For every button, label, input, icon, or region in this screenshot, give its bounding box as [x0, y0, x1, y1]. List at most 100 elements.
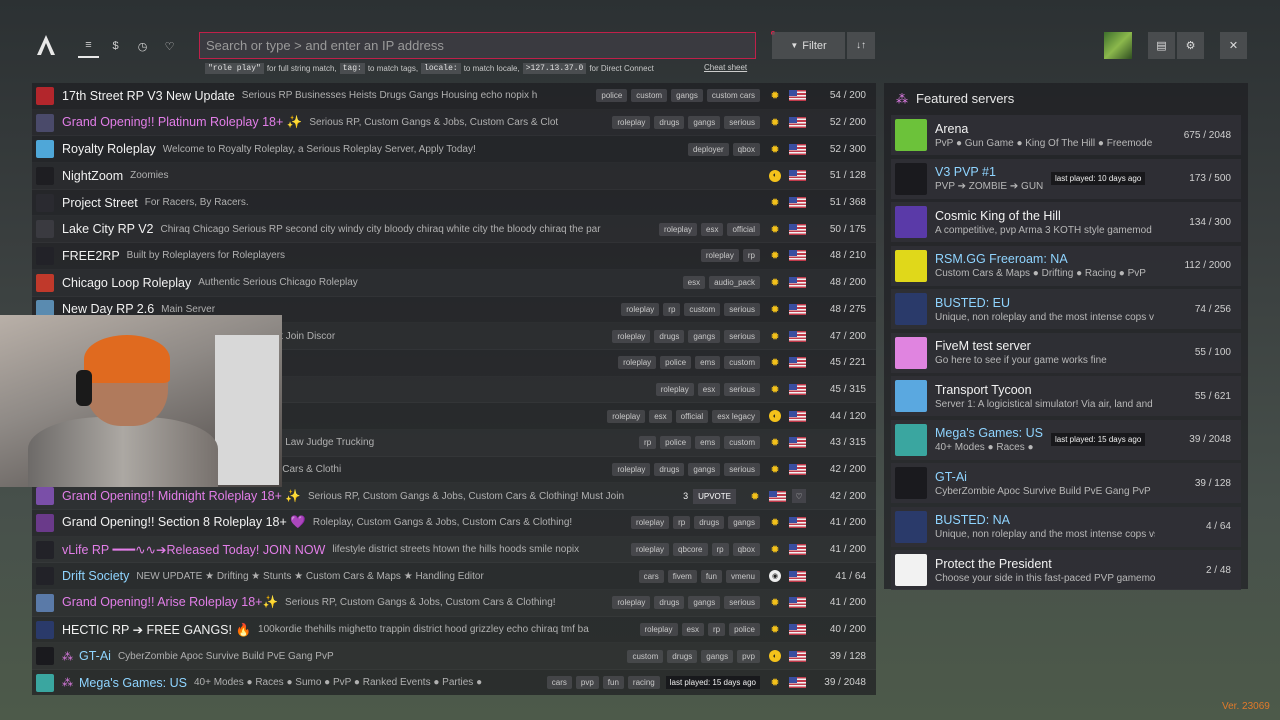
server-tag[interactable]: deployer [687, 142, 729, 156]
server-tag[interactable]: custom [627, 649, 664, 663]
server-tag[interactable]: rp [707, 623, 726, 637]
upvote-button[interactable]: UPVOTE [693, 488, 736, 504]
server-tag[interactable]: roleplay [607, 409, 646, 423]
featured-server-item[interactable]: GT-Ai CyberZombie Apoc Survive Build PvE … [891, 463, 1241, 503]
server-tag[interactable]: drugs [667, 649, 698, 663]
server-tag[interactable]: gangs [688, 462, 721, 476]
server-tag[interactable]: rp [663, 302, 681, 316]
server-row[interactable]: ⁂ GT-Ai CyberZombie Apoc Survive Build PvE… [32, 643, 876, 671]
server-tag[interactable]: qbox [732, 142, 760, 156]
server-tag[interactable]: drugs [654, 329, 685, 343]
server-tag[interactable]: custom [724, 356, 760, 370]
server-tag[interactable]: custom [684, 302, 721, 316]
server-tag[interactable]: serious [724, 116, 760, 130]
server-row[interactable]: Grand Opening!! Arise Roleplay 18+✨ Serio… [32, 590, 876, 617]
filter-button[interactable]: ▼ Filter [772, 32, 845, 59]
server-row[interactable]: Project Street For Racers, By Racers. ✹ 51 … [32, 189, 876, 217]
server-tag[interactable]: official [675, 409, 709, 423]
server-tag[interactable]: roleplay [612, 116, 651, 130]
server-tag[interactable]: roleplay [631, 543, 670, 557]
servers-list-icon[interactable]: ≡ [78, 34, 99, 58]
sort-button[interactable]: ↓↑ [847, 32, 875, 59]
server-tag[interactable]: roleplay [612, 596, 651, 610]
server-tag[interactable]: police [596, 89, 628, 103]
server-tag[interactable]: serious [724, 329, 760, 343]
server-tag[interactable]: pvp [575, 676, 599, 690]
server-tag[interactable]: gangs [671, 89, 703, 103]
server-tag[interactable]: drugs [654, 462, 685, 476]
server-tag[interactable]: rp [742, 249, 760, 263]
favorites-icon[interactable]: ♡ [159, 34, 180, 58]
app-logo-icon[interactable] [36, 34, 56, 56]
server-tag[interactable]: gangs [688, 116, 721, 130]
server-tag[interactable]: roleplay [631, 516, 670, 530]
server-tag[interactable]: serious [724, 462, 760, 476]
favorite-heart-icon[interactable]: ♡ [792, 489, 806, 504]
server-row[interactable]: Chicago Loop Roleplay Authentic Serious C… [32, 269, 876, 297]
featured-server-item[interactable]: Mega's Games: US 40+ Modes ● Races ● last … [891, 419, 1241, 460]
server-tag[interactable]: rp [711, 543, 729, 557]
server-tag[interactable]: gangs [701, 649, 734, 663]
server-tag[interactable]: police [660, 356, 692, 370]
server-row[interactable]: Grand Opening!! Section 8 Roleplay 18+ 💜… [32, 510, 876, 537]
featured-server-item[interactable]: Transport Tycoon Server 1: A logicistical… [891, 376, 1241, 416]
server-tag[interactable]: vmenu [725, 569, 760, 583]
changelog-button[interactable]: ▤ [1148, 32, 1175, 59]
server-row[interactable]: Grand Opening!! Midnight Roleplay 18+ ✨ S… [32, 483, 876, 510]
close-button[interactable]: ✕ [1220, 32, 1247, 59]
server-tag[interactable]: rp [673, 516, 691, 530]
server-tag[interactable]: gangs [688, 596, 721, 610]
premium-icon[interactable]: $ [105, 34, 126, 58]
server-tag[interactable]: gangs [688, 329, 721, 343]
server-tag[interactable]: esx [701, 222, 724, 236]
server-tag[interactable]: custom cars [706, 89, 760, 103]
server-row[interactable]: 17th Street RP V3 New Update Serious RP B… [32, 83, 876, 110]
cheat-sheet-link[interactable]: Cheat sheet [704, 63, 747, 72]
server-tag[interactable]: roleplay [655, 382, 694, 396]
server-tag[interactable]: qbcore [673, 543, 708, 557]
server-tag[interactable]: custom [631, 89, 668, 103]
server-row[interactable]: HECTIC RP ➔ FREE GANGS! 🔥 100kordie thehi… [32, 616, 876, 644]
server-tag[interactable]: racing [627, 676, 660, 690]
server-tag[interactable]: audio_pack [709, 276, 760, 290]
server-tag[interactable]: drugs [654, 596, 685, 610]
server-tag[interactable]: fun [602, 676, 624, 690]
server-tag[interactable]: roleplay [612, 462, 651, 476]
server-tag[interactable]: serious [724, 382, 760, 396]
server-tag[interactable]: roleplay [639, 623, 678, 637]
server-tag[interactable]: drugs [654, 116, 685, 130]
history-icon[interactable]: ◷ [132, 34, 153, 58]
server-tag[interactable]: esx legacy [712, 409, 760, 423]
server-tag[interactable]: qbox [732, 543, 760, 557]
server-tag[interactable]: police [729, 623, 760, 637]
server-row[interactable]: NightZoom Zoomies ◐ 51 / 128 [32, 163, 876, 190]
server-row[interactable]: FREE2RP Built by Roleplayers for Roleplay… [32, 243, 876, 270]
server-tag[interactable]: rp [639, 436, 657, 450]
featured-server-item[interactable]: BUSTED: EU Unique, non roleplay and the m… [891, 289, 1241, 329]
featured-server-item[interactable]: Protect the President Choose your side in… [891, 550, 1241, 590]
server-tag[interactable]: roleplay [612, 329, 651, 343]
avatar[interactable] [1104, 32, 1132, 59]
featured-server-item[interactable]: V3 PVP #1 PVP ➔ ZOMBIE ➔ GUN last played: … [891, 158, 1241, 199]
server-tag[interactable]: esx [697, 382, 721, 396]
server-tag[interactable]: roleplay [618, 356, 657, 370]
server-row[interactable]: Grand Opening!! Platinum Roleplay 18+ ✨ S… [32, 109, 876, 137]
featured-server-item[interactable]: Arena PvP ● Gun Game ● King Of The Hill ●… [891, 115, 1241, 155]
server-tag[interactable]: roleplay [621, 302, 660, 316]
featured-server-item[interactable]: Cosmic King of the Hill A competitive, pv… [891, 202, 1241, 242]
server-row[interactable]: Lake City RP V2 Chiraq Chicago Serious RP… [32, 216, 876, 244]
server-tag[interactable]: fun [700, 569, 722, 583]
server-tag[interactable]: gangs [728, 516, 760, 530]
server-tag[interactable]: roleplay [700, 249, 739, 263]
server-tag[interactable]: official [727, 222, 760, 236]
server-tag[interactable]: serious [724, 596, 760, 610]
server-tag[interactable]: cars [638, 569, 664, 583]
server-tag[interactable]: police [660, 436, 692, 450]
search-input[interactable] [199, 32, 756, 59]
settings-button[interactable]: ⚙ [1177, 32, 1204, 59]
server-tag[interactable]: fivem [667, 569, 697, 583]
server-tag[interactable]: pvp [737, 649, 760, 663]
server-row[interactable]: Drift Society NEW UPDATE ★ Drifting ★ Stu… [32, 563, 876, 591]
server-tag[interactable]: serious [724, 302, 760, 316]
server-tag[interactable]: esx [681, 623, 704, 637]
